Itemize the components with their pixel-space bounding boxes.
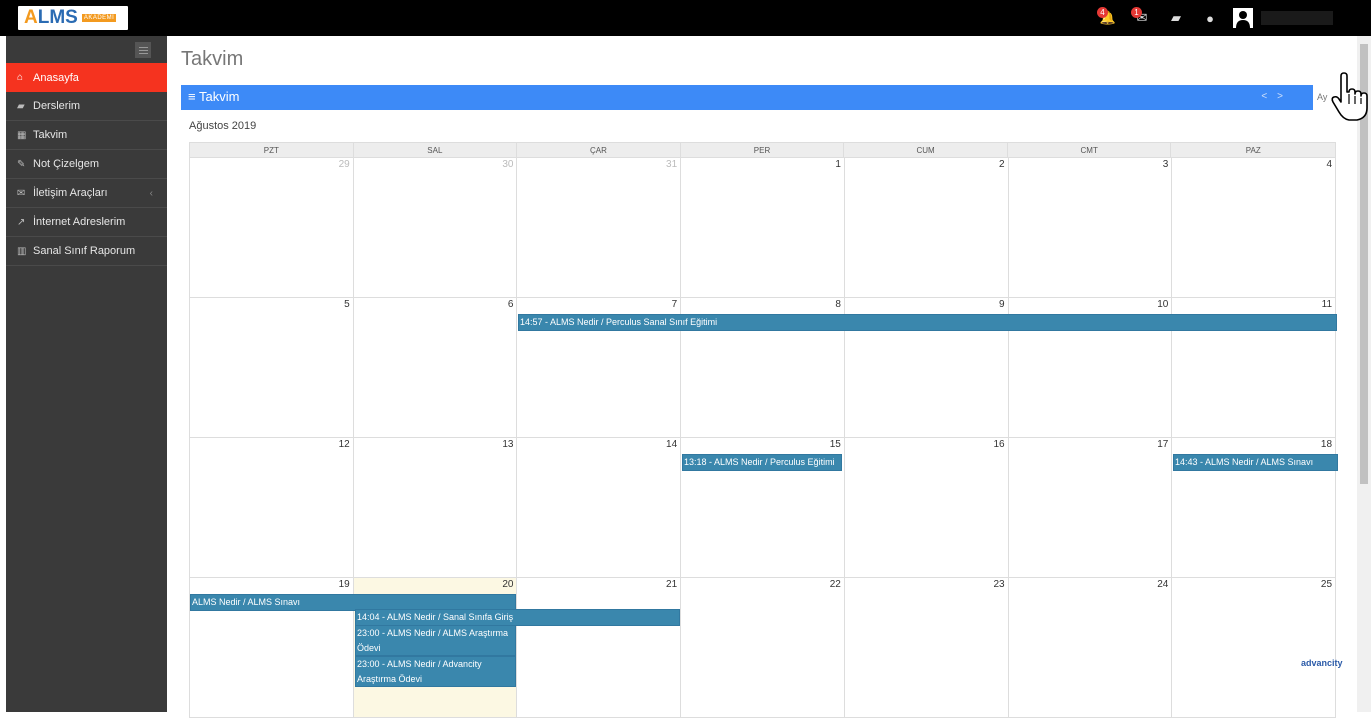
day-cell[interactable]: 29 (190, 158, 354, 298)
day-cell[interactable]: 5 (190, 298, 354, 438)
messages-badge: 1 (1131, 7, 1142, 18)
book-icon: ▰ (17, 100, 25, 112)
prev-month-button[interactable]: < (1261, 91, 1277, 102)
weekday-label: ÇAR (517, 143, 681, 157)
weekday-label: CMT (1008, 143, 1172, 157)
next-month-button[interactable]: > (1277, 91, 1293, 102)
panel-title: ≡ Takvim (188, 89, 240, 104)
user-avatar[interactable] (1233, 8, 1253, 28)
sidebar: ⌂ Anasayfa ▰ Derslerim ▦ Takvim ✎ Not Çizelg… (6, 36, 167, 712)
bar-chart-icon: ▥ (17, 245, 27, 257)
book-button[interactable]: ▰ (1159, 0, 1193, 36)
day-cell[interactable]: 31 (517, 158, 682, 298)
page-scrollbar[interactable] (1357, 36, 1371, 712)
day-cell[interactable]: 16 (844, 438, 1009, 578)
notifications-button[interactable]: 🔔 4 (1091, 0, 1125, 36)
day-cell[interactable]: 24 (1008, 578, 1173, 718)
calendar-panel-header: ≡ Takvim <> (181, 85, 1313, 110)
weekday-label: PZT (190, 143, 354, 157)
week-row: 29 30 31 1 2 3 4 (189, 158, 1337, 298)
day-cell[interactable]: 6 (353, 298, 518, 438)
alms-logo[interactable]: ALMS AKADEMİ (18, 6, 128, 30)
calendar-event[interactable]: 14:57 - ALMS Nedir / Perculus Sanal Sını… (518, 314, 1337, 331)
page-title: Takvim (181, 48, 244, 70)
calendar-event[interactable]: 14:04 - ALMS Nedir / Sanal Sınıfa Giriş (355, 609, 680, 626)
messages-button[interactable]: ✉ 1 (1125, 0, 1159, 36)
day-cell[interactable]: 22 (681, 578, 845, 718)
day-cell[interactable]: 3 (1008, 158, 1173, 298)
sidebar-item-iletisim-araclari[interactable]: ✉ İletişim Araçları ‹ (6, 179, 167, 208)
notifications-badge: 4 (1097, 7, 1108, 18)
week-row: 19 20 21 22 23 24 25 ALMS Nedir / ALMS S… (189, 578, 1337, 718)
main-content: Takvim ≡ Takvim <> Ay Ağustos 2019 PZT S… (167, 36, 1357, 718)
topbar-icons: 🔔 4 ✉ 1 ▰ ● (1091, 0, 1333, 36)
user-name-redacted[interactable] (1261, 11, 1333, 25)
calendar-event[interactable]: 23:00 - ALMS Nedir / ALMS Araştırma Ödev… (355, 625, 516, 656)
month-label: Ağustos 2019 (189, 120, 257, 132)
top-bar: ALMS AKADEMİ 🔔 4 ✉ 1 ▰ ● (0, 0, 1371, 36)
calendar-event[interactable]: 23:00 - ALMS Nedir / Advancity Araştırma… (355, 656, 516, 687)
calendar-icon: ▦ (17, 129, 27, 141)
day-cell[interactable]: 13 (353, 438, 518, 578)
day-cell[interactable]: 25 (1172, 578, 1337, 718)
external-link-icon: ↗ (17, 216, 26, 228)
home-icon: ⌂ (17, 72, 24, 83)
weekday-label: PER (681, 143, 845, 157)
user-icon (1233, 8, 1253, 28)
day-cell[interactable]: 21 (517, 578, 682, 718)
day-cell[interactable]: 2 (844, 158, 1009, 298)
book-icon: ▰ (1171, 10, 1181, 25)
sidebar-item-anasayfa[interactable]: ⌂ Anasayfa (6, 63, 167, 92)
week-row: 12 13 14 15 16 17 18 13:18 - ALMS Nedir … (189, 438, 1338, 578)
day-cell[interactable]: 23 (844, 578, 1009, 718)
calendar-event[interactable]: 14:43 - ALMS Nedir / ALMS Sınavı (1173, 454, 1338, 471)
sidebar-item-sanal-sinif-raporum[interactable]: ▥ Sanal Sınıf Raporum (6, 237, 167, 266)
weekday-label: PAZ (1245, 146, 1261, 155)
calendar-grid: PZT SAL ÇAR PER CUM CMT PAZ 29 30 31 1 2… (189, 142, 1338, 718)
day-cell[interactable]: 14 (517, 438, 682, 578)
advancity-watermark: advancity (1301, 658, 1343, 668)
week-row: 5 6 7 8 9 10 11 14:57 - ALMS Nedir / Per… (189, 298, 1337, 438)
sidebar-item-takvim[interactable]: ▦ Takvim (6, 121, 167, 150)
calendar-event[interactable]: 13:18 - ALMS Nedir / Perculus Eğitimi (682, 454, 842, 471)
sidebar-toggle-button[interactable] (135, 42, 151, 58)
chevron-left-icon: ‹ (149, 187, 153, 199)
sidebar-item-internet-adreslerim[interactable]: ↗ İnternet Adreslerim (6, 208, 167, 237)
envelope-icon: ✉ (17, 187, 26, 199)
day-cell[interactable]: 4 (1172, 158, 1337, 298)
globe-icon: ● (1206, 10, 1214, 26)
weekday-header: PZT SAL ÇAR PER CUM CMT PAZ (189, 142, 1336, 158)
weekday-label: SAL (354, 143, 518, 157)
day-cell[interactable]: 17 (1008, 438, 1173, 578)
day-cell[interactable]: 30 (353, 158, 518, 298)
pencil-icon: ✎ (17, 158, 26, 170)
globe-button[interactable]: ● (1193, 0, 1227, 36)
sidebar-item-not-cizelgem[interactable]: ✎ Not Çizelgem (6, 150, 167, 179)
hand-cursor-icon (1331, 72, 1368, 121)
day-cell[interactable]: 1 (681, 158, 845, 298)
sidebar-item-derslerim[interactable]: ▰ Derslerim (6, 92, 167, 121)
day-cell[interactable]: 12 (190, 438, 354, 578)
weekday-label: CUM (844, 143, 1008, 157)
